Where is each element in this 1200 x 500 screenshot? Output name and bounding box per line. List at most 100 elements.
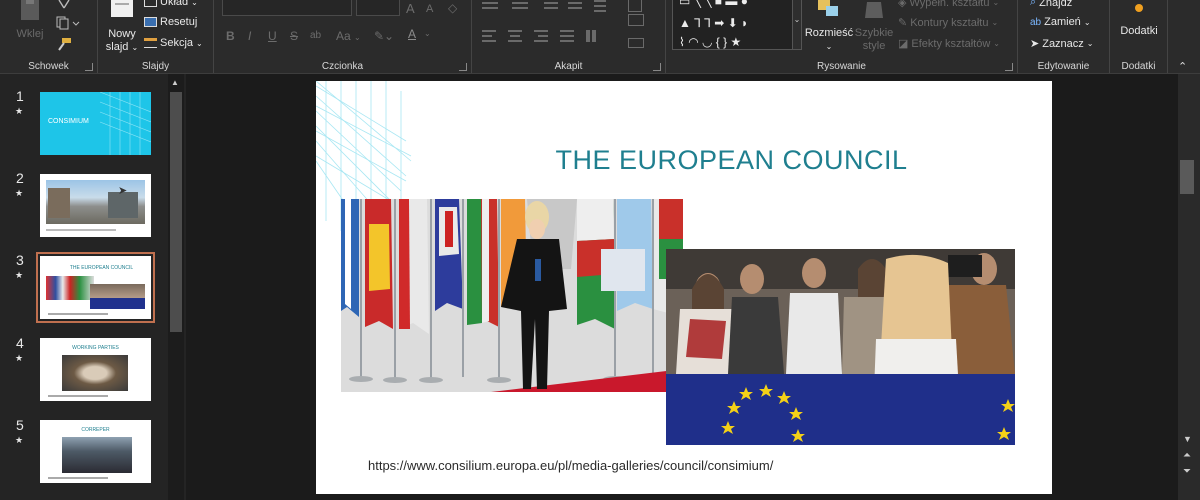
layout-icon [144, 0, 157, 7]
find-label: Znajdź [1039, 0, 1073, 9]
collapse-ribbon-icon[interactable]: ⌃ [1178, 60, 1187, 73]
select-button[interactable]: ➤ Zaznacz ⌄ [1030, 37, 1094, 51]
quick-styles-icon [865, 2, 883, 18]
slide-thumbnails-panel: 1 ★ CONSIMIUM 2 ★ ➤ 3 ★ THE EUROPEAN COU… [0, 74, 186, 500]
addins-button[interactable]: Dodatki [1114, 0, 1164, 38]
replace-label: Zamień [1044, 16, 1081, 28]
strikethrough-button[interactable]: S [290, 29, 298, 43]
text-direction-icon[interactable] [628, 0, 642, 12]
group-label-paragraph: Akapit [554, 61, 583, 72]
char-spacing-button[interactable]: ab [310, 30, 321, 41]
smartart-icon[interactable] [628, 38, 644, 48]
font-launcher-icon[interactable] [459, 63, 467, 71]
chevron-down-icon: ⌄ [991, 18, 999, 27]
thumb2-building [48, 188, 70, 218]
highlight-icon[interactable]: ✎⌄ [374, 29, 394, 43]
scroll-down-icon[interactable]: ▼ [1183, 434, 1192, 444]
arrange-label: Rozmieść [804, 27, 854, 39]
underline-button[interactable]: U [268, 29, 277, 43]
thumbnails-scroll-thumb[interactable] [170, 92, 182, 332]
paragraph-launcher-icon[interactable] [653, 63, 661, 71]
shape-fill-button[interactable]: ◈ Wypełn. kształtu ⌄ [898, 0, 999, 9]
slide-scrollbar[interactable]: ▼ ⏶ ⏷ [1178, 74, 1200, 500]
shape-effects-label: Efekty kształtów [911, 37, 991, 50]
shape-outline-button[interactable]: ✎ Kontury kształtu ⌄ [898, 16, 999, 30]
drawing-launcher-icon[interactable] [1005, 63, 1013, 71]
bold-button[interactable]: B [226, 29, 235, 43]
shapes-more-icon[interactable]: ⌄ [792, 0, 802, 50]
slide-thumbnail-4[interactable]: WORKING PARTIES [40, 338, 151, 401]
thumb3-caption: THE EUROPEAN COUNCIL [69, 265, 134, 271]
thumbnails-scrollbar[interactable]: ▲ [168, 74, 184, 500]
clear-format-icon[interactable]: ◇ [448, 1, 457, 15]
thumb-number: 4 [16, 335, 24, 351]
clipboard-launcher-icon[interactable] [85, 63, 93, 71]
thumb4-caption: WORKING PARTIES [72, 345, 119, 351]
align-text-icon[interactable] [628, 14, 644, 26]
case-button[interactable]: Aa ⌄ [336, 29, 361, 43]
section-button[interactable]: Sekcja ⌄ [144, 37, 203, 49]
new-slide-button[interactable]: Nowy slajd ⌄ [102, 0, 142, 54]
new-slide-label-2: slajd ⌄ [102, 41, 142, 54]
reset-label: Resetuj [160, 16, 198, 28]
photo-flags[interactable] [341, 199, 683, 392]
layout-label: Układ [160, 0, 189, 8]
paint-bucket-icon: ◈ [898, 0, 907, 9]
shapes-gallery[interactable]: ▭ ╲ ╲ ■ ▬ ● ▲ ⅂ ⅂ ➡ ⬇ ◗ ⌇ ◠ ◡ { } ★ [672, 0, 794, 50]
copy-icon[interactable] [56, 16, 80, 30]
arrange-button[interactable]: Rozmieść ⌄ [804, 0, 854, 53]
font-color-button[interactable]: A [408, 27, 416, 41]
source-url-text[interactable]: https://www.consilium.europa.eu/pl/media… [368, 458, 773, 473]
replace-button[interactable]: ab Zamień ⌄ [1030, 16, 1091, 28]
layout-button[interactable]: Układ ⌄ [144, 0, 198, 8]
addins-label: Dodatki [1120, 25, 1158, 37]
thumb5-photo [62, 437, 132, 473]
slide-title[interactable]: THE EUROPEAN COUNCIL [316, 145, 1052, 176]
slide-thumbnail-2[interactable]: ➤ [40, 174, 151, 237]
find-button[interactable]: ⌕ Znajdź [1030, 0, 1072, 9]
animation-star-icon: ★ [15, 106, 24, 116]
quick-styles-button[interactable]: Szybkie style [854, 0, 894, 53]
thumb4-text-line [48, 395, 108, 397]
thumb3-press-photo [90, 284, 145, 309]
list-buttons-icon[interactable] [482, 0, 632, 12]
increase-font-button[interactable]: A [406, 1, 415, 16]
shape-curves-icon[interactable]: ⌇ ◠ ◡ { } ★ [679, 36, 741, 48]
font-name-select[interactable] [222, 0, 352, 16]
slide-scroll-thumb[interactable] [1180, 160, 1194, 194]
pencil-icon: ✎ [898, 17, 908, 29]
format-painter-icon[interactable] [56, 37, 72, 51]
animation-star-icon: ★ [15, 353, 24, 363]
scroll-up-icon[interactable]: ▲ [171, 78, 179, 87]
shape-effects-button[interactable]: ◪ Efekty kształtów ⌄ [898, 37, 1000, 51]
paste-button[interactable]: Wklej [10, 0, 50, 41]
group-addins: Dodatki Dodatki [1110, 0, 1168, 73]
italic-button[interactable]: I [248, 29, 251, 43]
animation-star-icon: ★ [15, 435, 24, 445]
thumb5-text-line [48, 477, 108, 479]
reset-button[interactable]: Resetuj [144, 16, 197, 28]
previous-slide-icon[interactable]: ⏶ [1183, 450, 1191, 461]
shape-triangle-icon[interactable]: ▲ ⅂ ⅂ ➡ ⬇ ◗ [679, 17, 748, 29]
group-label-addins: Dodatki [1121, 61, 1156, 72]
slide-thumbnail-3[interactable]: THE EUROPEAN COUNCIL [36, 252, 155, 323]
arrange-icon [818, 0, 838, 16]
current-slide[interactable]: THE EUROPEAN COUNCIL https://www.consili… [316, 81, 1052, 494]
shape-rectangle-icon[interactable]: ▭ ╲ ╲ ■ ▬ ● [679, 0, 748, 7]
group-font: A A ◇ B I U S ab Aa ⌄ ✎⌄ A ⌄ Czcionka [214, 0, 472, 73]
photo-press[interactable] [666, 249, 1015, 445]
chevron-down-icon: ⌄ [1086, 39, 1094, 48]
chevron-down-icon: ⌄ [131, 43, 139, 52]
thumb-number: 1 [16, 88, 24, 104]
slide-thumbnail-1[interactable]: CONSIMIUM [40, 92, 151, 155]
decrease-font-button[interactable]: A [426, 3, 433, 15]
slide-thumbnail-5[interactable]: CORREPER [40, 420, 151, 483]
align-buttons-icon[interactable] [482, 30, 632, 44]
next-slide-icon[interactable]: ⏷ [1183, 466, 1191, 477]
paste-label: Wklej [16, 28, 44, 40]
font-size-select[interactable] [356, 0, 400, 16]
quick-styles-label-2: style [862, 40, 886, 52]
new-slide-icon [111, 0, 133, 17]
cut-icon[interactable] [56, 0, 72, 10]
new-slide-label-1: Nowy [108, 28, 136, 40]
